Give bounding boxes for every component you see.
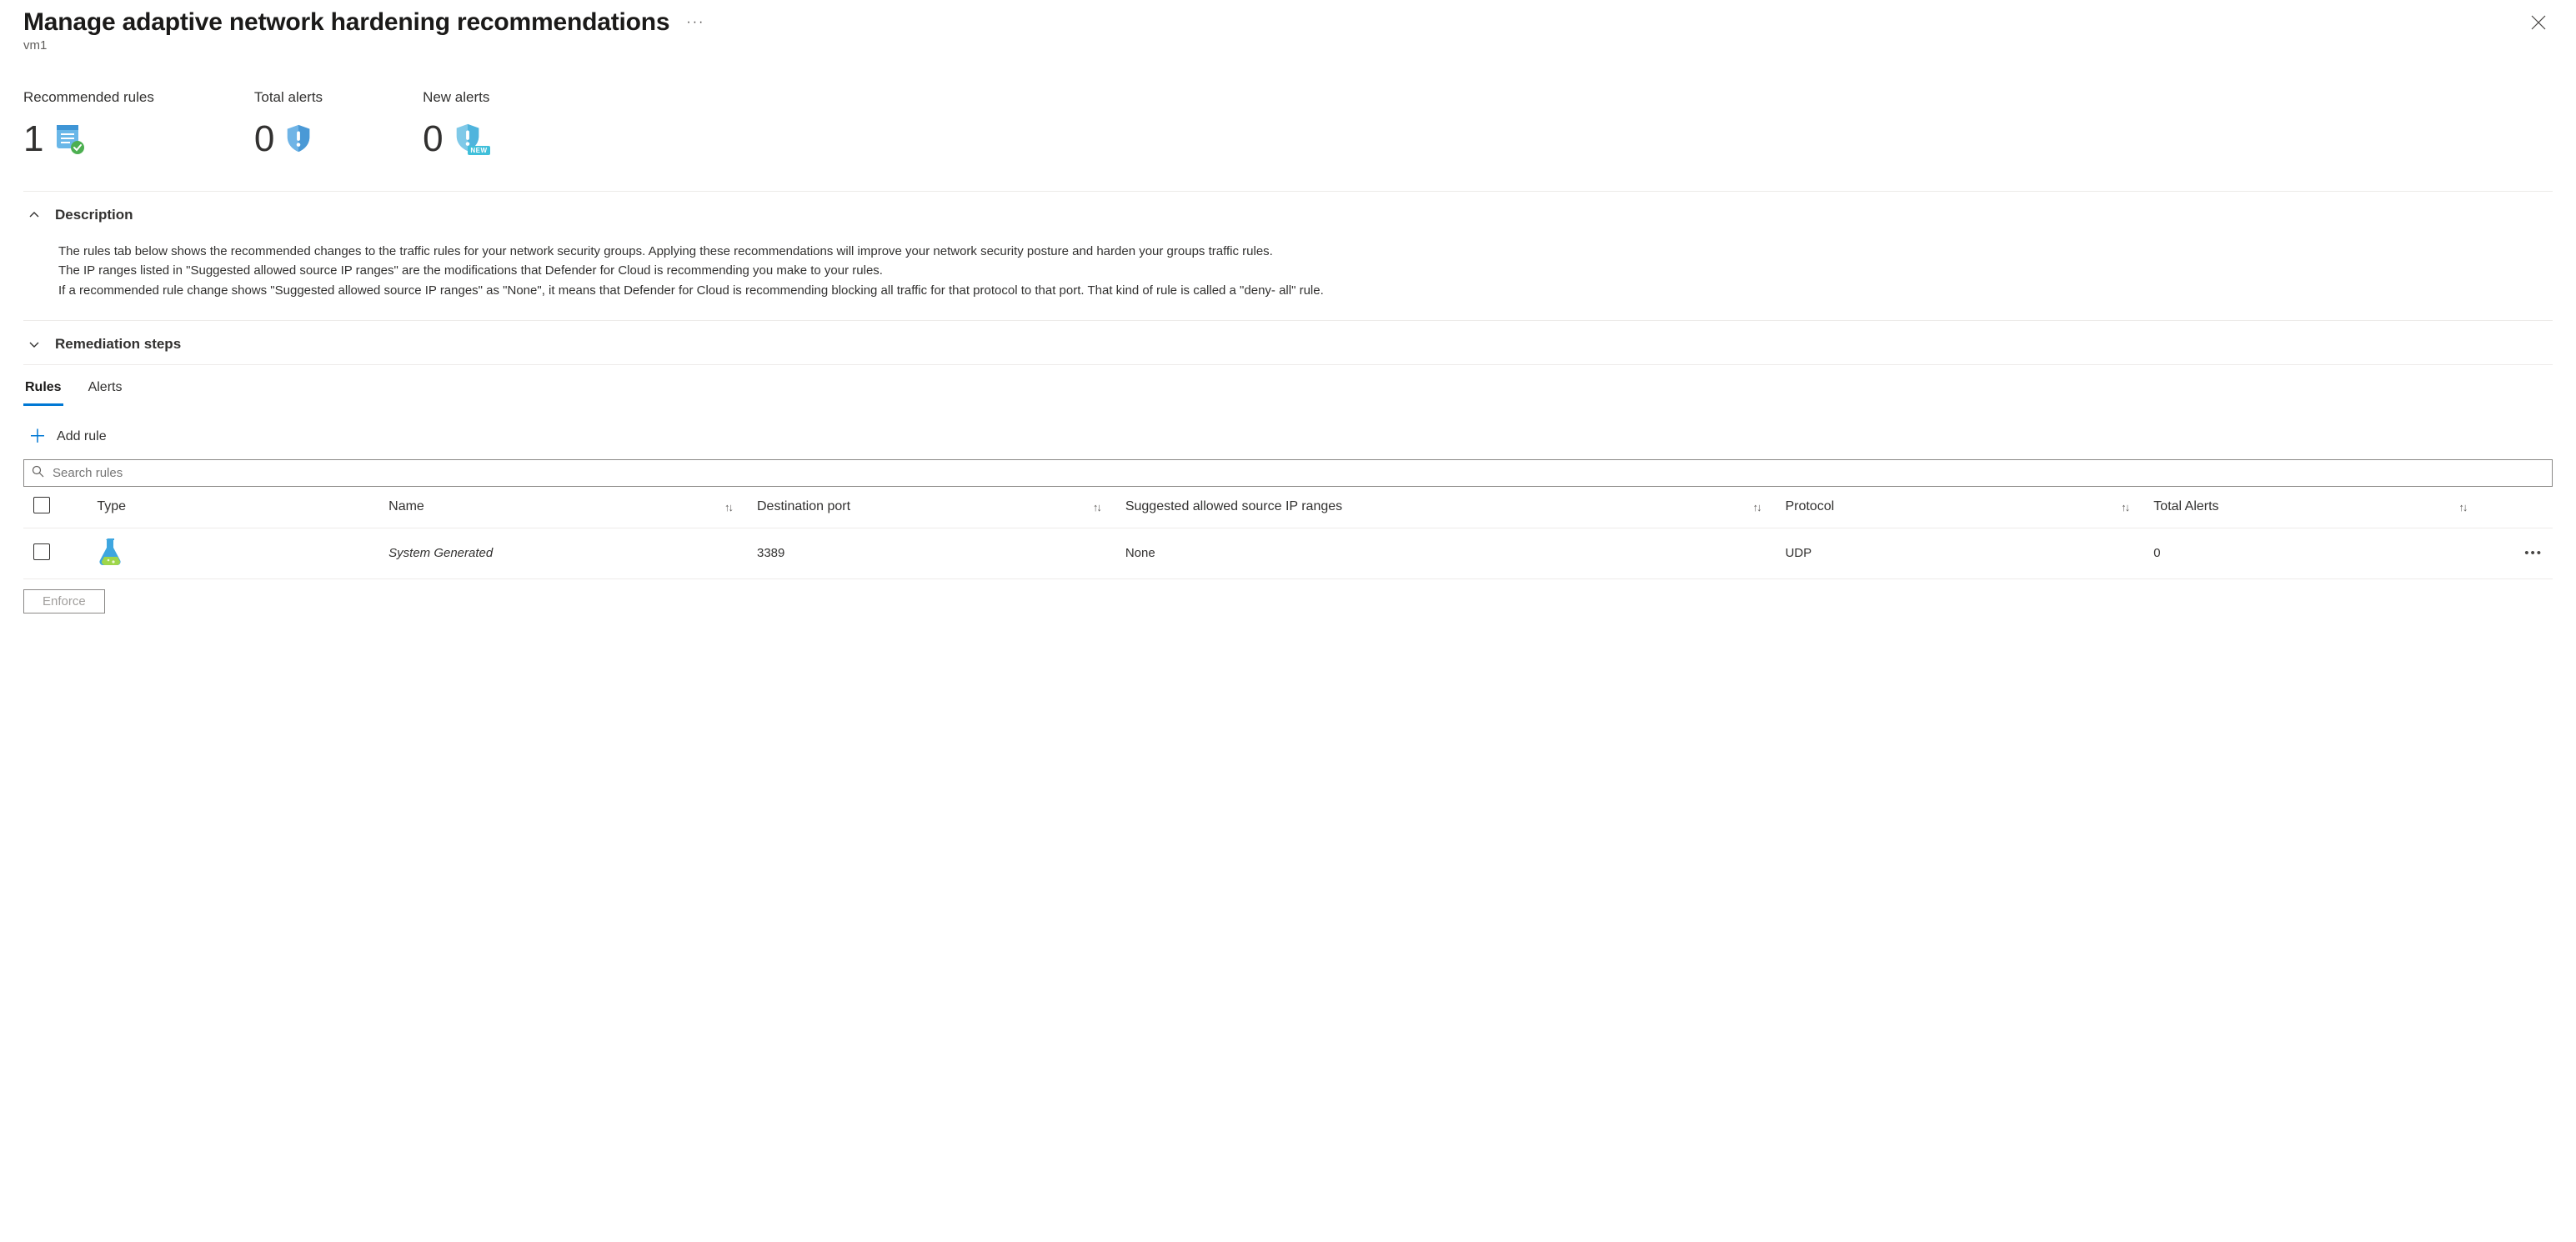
- section-title: Remediation steps: [55, 336, 181, 353]
- description-line: The rules tab below shows the recommende…: [58, 242, 1487, 261]
- select-all-checkbox[interactable]: [33, 497, 50, 513]
- section-title: Description: [55, 207, 133, 223]
- search-input[interactable]: [23, 459, 2553, 487]
- search-icon: [32, 465, 44, 480]
- cell-port: 3389: [757, 528, 1125, 578]
- close-icon[interactable]: [2524, 12, 2553, 38]
- scroll-ok-icon: [52, 122, 85, 158]
- tab-alerts[interactable]: Alerts: [87, 368, 124, 406]
- description-line: If a recommended rule change shows "Sugg…: [58, 281, 1487, 300]
- sort-icon: ↑↓: [2458, 501, 2466, 513]
- add-rule-label: Add rule: [57, 429, 107, 444]
- cell-protocol: UDP: [1785, 528, 2153, 578]
- row-checkbox[interactable]: [33, 543, 50, 560]
- cell-ip: None: [1125, 528, 1786, 578]
- rules-table: Type Name↑↓ Destination port↑↓ Suggested…: [23, 487, 2553, 579]
- page-subtitle: vm1: [23, 38, 704, 53]
- metric-total-alerts: Total alerts 0: [254, 89, 323, 158]
- add-rule-button[interactable]: ＋ Add rule: [23, 424, 2553, 449]
- shield-new-icon: NEW: [452, 122, 487, 157]
- row-more-menu[interactable]: •••: [2491, 528, 2553, 578]
- plus-icon: ＋: [28, 428, 47, 446]
- column-header-protocol[interactable]: Protocol↑↓: [1785, 487, 2153, 528]
- description-body: The rules tab below shows the recommende…: [23, 235, 1491, 320]
- sort-icon: ↑↓: [1093, 501, 1100, 513]
- metric-label: New alerts: [423, 89, 489, 106]
- cell-alerts: 0: [2153, 528, 2491, 578]
- sort-icon: ↑↓: [1752, 501, 1760, 513]
- metric-recommended-rules: Recommended rules 1: [23, 89, 154, 158]
- cell-name: System Generated: [388, 528, 757, 578]
- tabs: Rules Alerts: [23, 368, 2553, 406]
- sort-icon: ↑↓: [2121, 501, 2128, 513]
- metric-new-alerts: New alerts 0 NEW: [423, 89, 489, 158]
- flask-icon: [97, 558, 125, 572]
- section-toggle-description[interactable]: Description: [23, 192, 2553, 235]
- metric-value: 0: [254, 121, 274, 158]
- metric-label: Recommended rules: [23, 89, 154, 106]
- column-header-type[interactable]: Type: [97, 487, 388, 528]
- description-line: The IP ranges listed in "Suggested allow…: [58, 261, 1487, 280]
- column-header-name[interactable]: Name↑↓: [388, 487, 757, 528]
- column-header-port[interactable]: Destination port↑↓: [757, 487, 1125, 528]
- tab-rules[interactable]: Rules: [23, 368, 63, 406]
- metric-value: 1: [23, 121, 43, 158]
- section-remediation: Remediation steps: [23, 321, 2553, 365]
- metric-label: Total alerts: [254, 89, 323, 106]
- metric-value: 0: [423, 121, 443, 158]
- table-row[interactable]: System Generated 3389 None UDP 0 •••: [23, 528, 2553, 578]
- enforce-button[interactable]: Enforce: [23, 589, 105, 613]
- chevron-up-icon: [28, 209, 40, 221]
- section-toggle-remediation[interactable]: Remediation steps: [23, 321, 2553, 364]
- more-menu-icon[interactable]: ···: [686, 15, 704, 30]
- column-header-alerts[interactable]: Total Alerts↑↓: [2153, 487, 2491, 528]
- page-title: Manage adaptive network hardening recomm…: [23, 8, 669, 37]
- metrics-bar: Recommended rules 1 Total alerts 0: [23, 89, 2553, 192]
- chevron-down-icon: [28, 338, 40, 350]
- shield-alert-icon: [283, 123, 314, 157]
- new-badge: NEW: [468, 146, 489, 155]
- column-header-ip[interactable]: Suggested allowed source IP ranges↑↓: [1125, 487, 1786, 528]
- sort-icon: ↑↓: [724, 501, 732, 513]
- section-description: Description The rules tab below shows th…: [23, 192, 2553, 321]
